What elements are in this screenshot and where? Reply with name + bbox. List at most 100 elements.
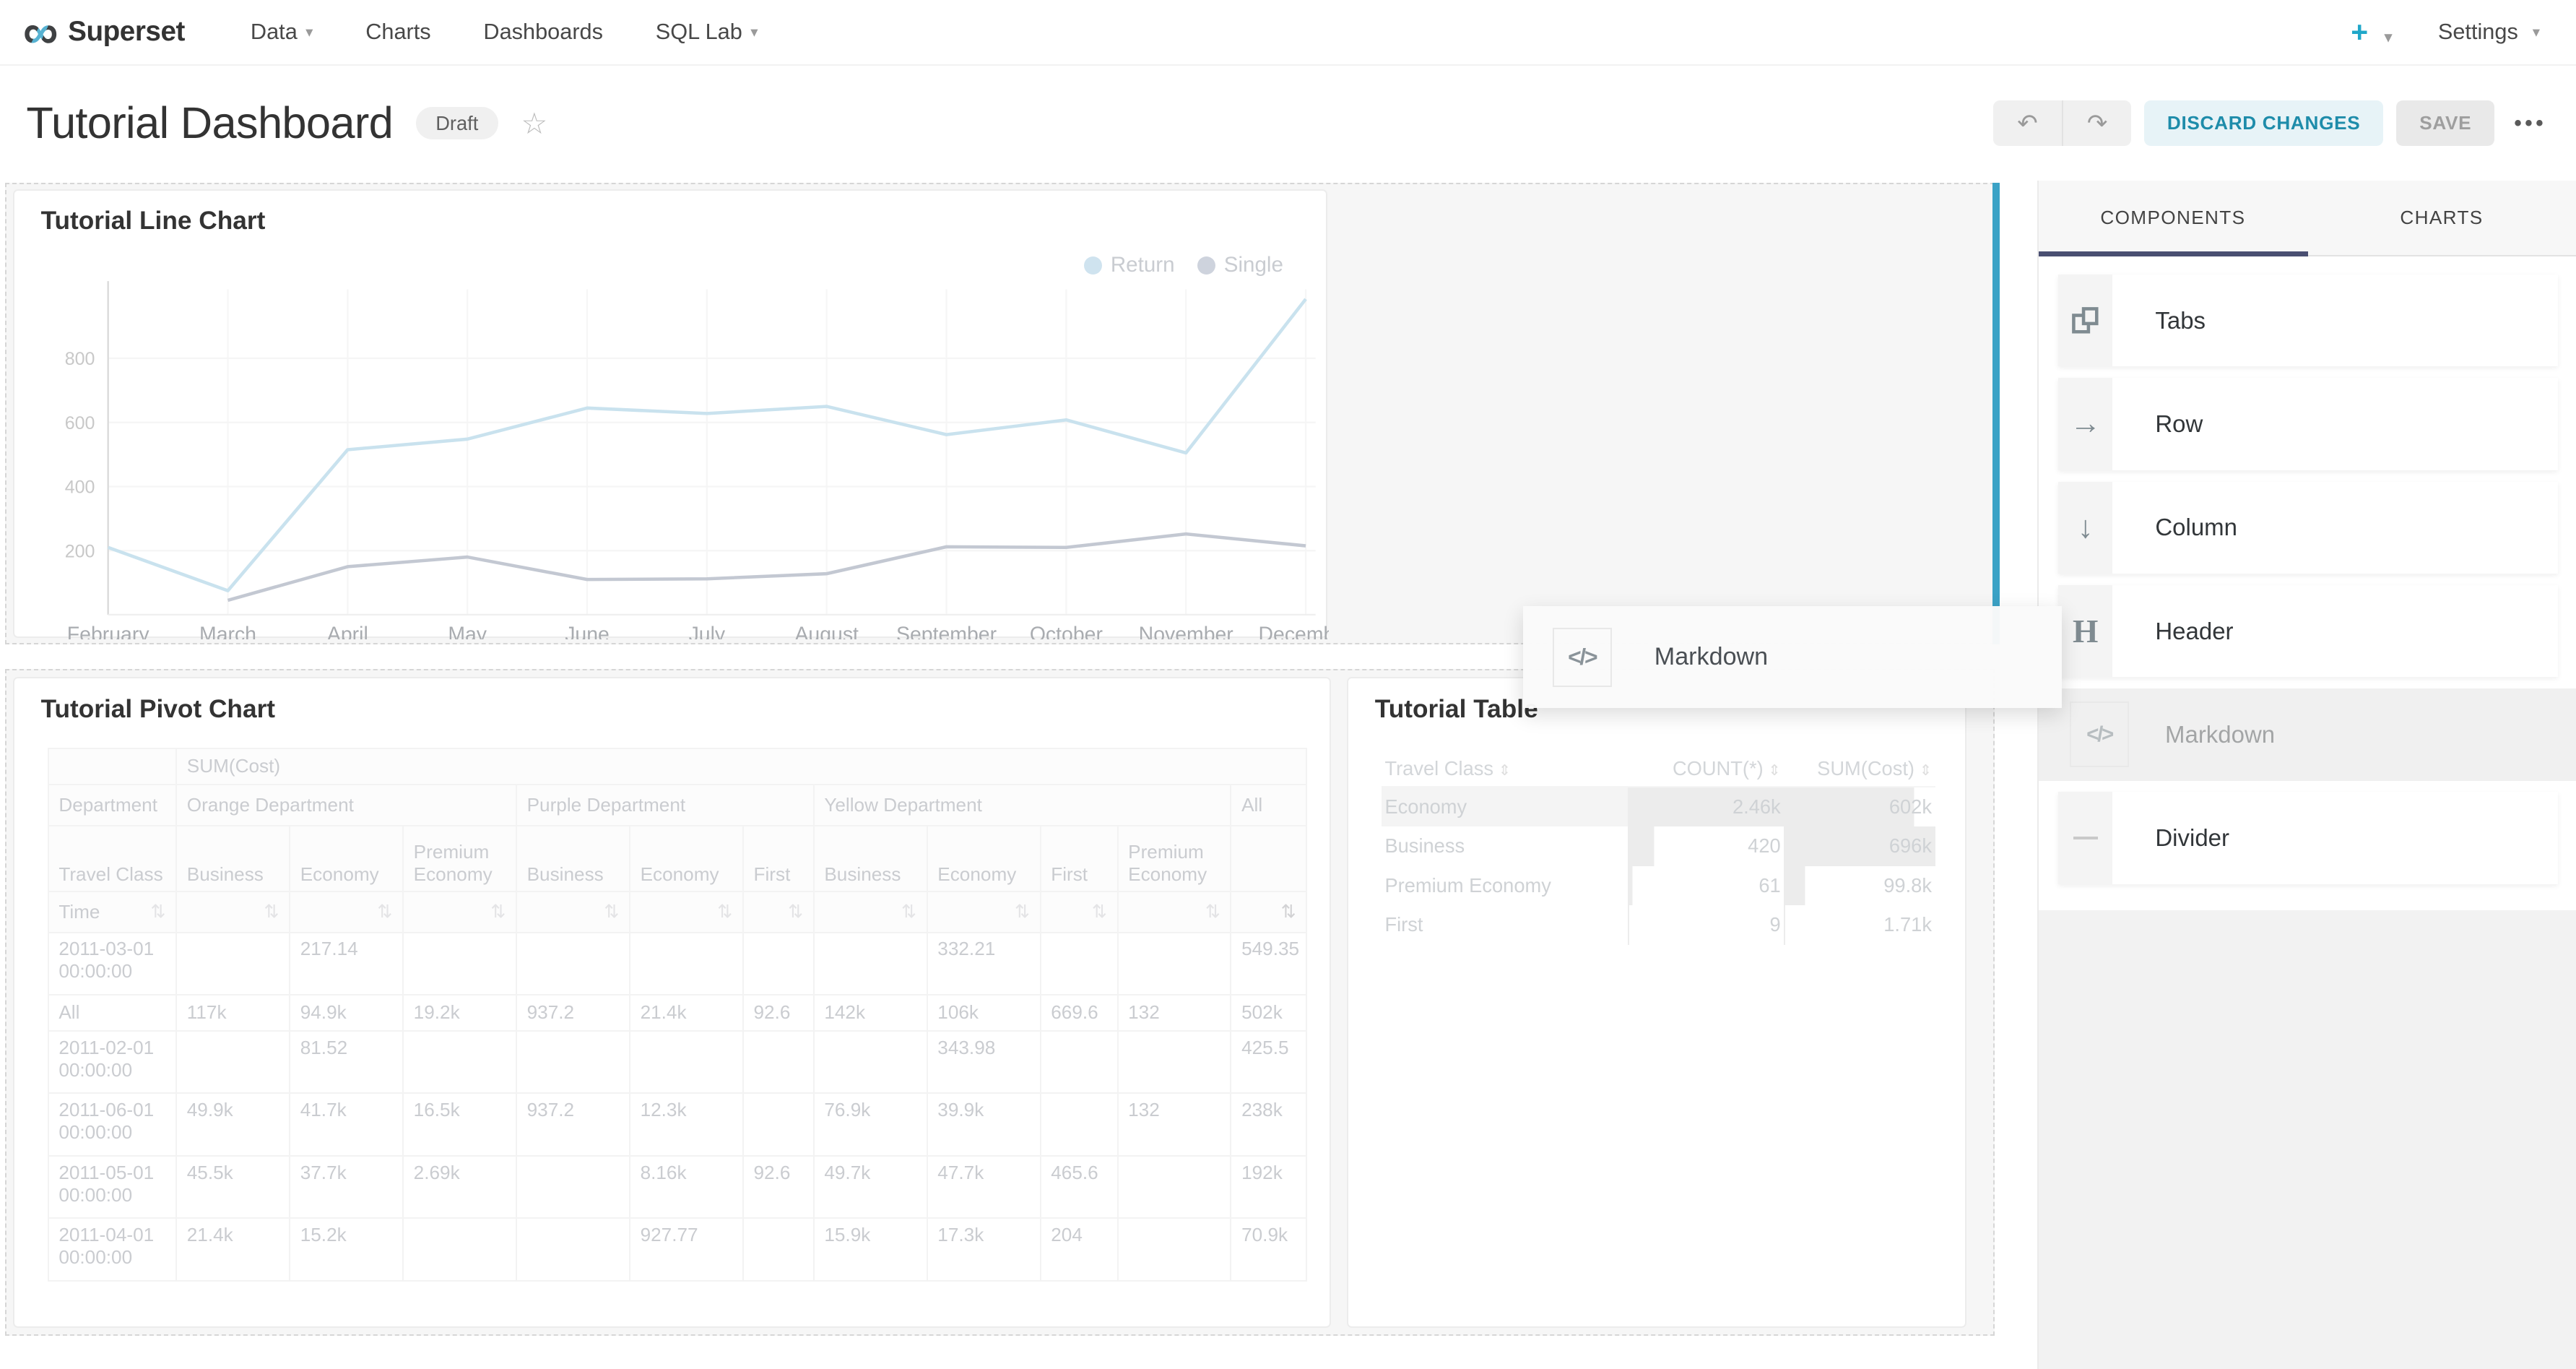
pivot-sort-cell[interactable]: ⇅ xyxy=(1118,891,1231,933)
chart-card-table[interactable]: Tutorial Table Travel Class⇕COUNT(*)⇕SUM… xyxy=(1347,677,1966,1328)
pivot-value-cell xyxy=(1118,1218,1231,1280)
superset-logo[interactable]: ∞ Superset xyxy=(23,11,185,53)
sort-icon[interactable]: ⇕ xyxy=(1920,762,1932,779)
pivot-sort-cell[interactable]: ⇅ xyxy=(516,891,630,933)
code-icon: </> xyxy=(1553,628,1612,687)
svg-text:April: April xyxy=(327,623,368,639)
nav-item-data[interactable]: Data▾ xyxy=(225,0,339,64)
nav-item-dashboards[interactable]: Dashboards xyxy=(457,0,629,64)
sort-icon[interactable]: ⇅ xyxy=(377,901,392,923)
table-row[interactable]: First91.71k xyxy=(1382,905,1935,945)
pivot-value-cell: 39.9k xyxy=(927,1093,1041,1155)
sort-icon[interactable]: ⇅ xyxy=(901,901,916,923)
pivot-sort-cell[interactable]: ⇅ xyxy=(1231,891,1306,933)
table-row[interactable]: Economy2.46k602k xyxy=(1382,787,1935,826)
pivot-value-cell: 106k xyxy=(927,995,1041,1031)
redo-icon: ↷ xyxy=(2087,109,2108,138)
pivot-row: 2011-05-01 00:00:0045.5k37.7k2.69k8.16k9… xyxy=(48,1156,1307,1218)
pivot-row: 2011-03-01 00:00:00217.14332.21549.35 xyxy=(48,933,1307,995)
nav-item-charts[interactable]: Charts xyxy=(339,0,457,64)
more-options-icon[interactable]: ••• xyxy=(2514,111,2546,136)
top-navbar: ∞ Superset Data▾ChartsDashboardsSQL Lab▾… xyxy=(0,0,2576,66)
sort-icon[interactable]: ⇅ xyxy=(1015,901,1030,923)
table-column-header[interactable]: SUM(Cost)⇕ xyxy=(1784,751,1935,787)
column-icon: ↓ xyxy=(2058,482,2112,574)
pivot-sort-cell[interactable]: ⇅ xyxy=(630,891,743,933)
component-item-row[interactable]: →Row xyxy=(2058,378,2558,470)
component-item-column[interactable]: ↓Column xyxy=(2058,482,2558,574)
pivot-class-header: Business xyxy=(176,826,290,891)
pivot-row: All117k94.9k19.2k937.221.4k92.6142k106k6… xyxy=(48,995,1307,1031)
pivot-value-cell xyxy=(403,1031,516,1093)
markdown-drag-preview[interactable]: </> Markdown xyxy=(1523,606,2062,708)
pivot-sort-cell[interactable]: ⇅ xyxy=(290,891,403,933)
pivot-sort-cell[interactable]: ⇅ xyxy=(814,891,927,933)
svg-text:March: March xyxy=(199,623,256,639)
sort-icon[interactable]: ⇅ xyxy=(717,901,732,923)
pivot-value-cell: 204 xyxy=(1041,1218,1118,1280)
tab-components[interactable]: COMPONENTS xyxy=(2039,181,2307,255)
table-column-header[interactable]: COUNT(*)⇕ xyxy=(1628,751,1784,787)
sort-icon[interactable]: ⇅ xyxy=(604,901,619,923)
table-row[interactable]: Business420696k xyxy=(1382,826,1935,866)
navbar-right: + ▾ Settings ▾ xyxy=(2351,0,2576,64)
pivot-row: 2011-02-01 00:00:0081.52343.98425.5 xyxy=(48,1031,1307,1093)
sort-icon[interactable]: ⇅ xyxy=(1205,901,1220,923)
pivot-sort-cell[interactable]: ⇅ xyxy=(403,891,516,933)
pivot-sort-cell[interactable]: ⇅ xyxy=(176,891,290,933)
data-table: Travel Class⇕COUNT(*)⇕SUM(Cost)⇕Economy2… xyxy=(1382,751,1935,944)
chevron-down-icon: ▾ xyxy=(750,23,758,41)
redo-button[interactable]: ↷ xyxy=(2062,100,2131,147)
sort-icon[interactable]: ⇅ xyxy=(264,901,279,923)
component-item-label: Markdown xyxy=(2165,721,2275,748)
pivot-class-header: Business xyxy=(814,826,927,891)
save-button[interactable]: SAVE xyxy=(2396,100,2494,147)
settings-menu[interactable]: Settings ▾ xyxy=(2438,19,2540,45)
pivot-value-cell xyxy=(176,933,290,995)
pivot-value-cell: 192k xyxy=(1231,1156,1306,1218)
pivot-value-cell: 669.6 xyxy=(1041,995,1118,1031)
sort-icon[interactable]: ⇅ xyxy=(1281,901,1296,923)
pivot-sort-cell[interactable]: ⇅ xyxy=(1041,891,1118,933)
tab-charts[interactable]: CHARTS xyxy=(2307,181,2576,255)
undo-button[interactable]: ↶ xyxy=(1993,100,2063,147)
pivot-value-cell: 132 xyxy=(1118,1093,1231,1155)
component-item-header[interactable]: HHeader xyxy=(2058,585,2558,677)
pivot-value-cell: 238k xyxy=(1231,1093,1306,1155)
component-item-markdown[interactable]: </>Markdown xyxy=(2039,688,2576,780)
table-row[interactable]: Premium Economy6199.8k xyxy=(1382,866,1935,906)
sort-icon[interactable]: ⇅ xyxy=(490,901,506,923)
table-column-header[interactable]: Travel Class⇕ xyxy=(1382,751,1628,787)
pivot-sort-cell[interactable]: ⇅ xyxy=(743,891,814,933)
discard-changes-button[interactable]: DISCARD CHANGES xyxy=(2144,100,2383,147)
sort-icon[interactable]: ⇅ xyxy=(1092,901,1107,923)
page-title: Tutorial Dashboard xyxy=(26,98,393,149)
pivot-value-cell: 49.7k xyxy=(814,1156,927,1218)
pivot-sort-cell[interactable]: ⇅ xyxy=(927,891,1041,933)
sort-icon[interactable]: ⇕ xyxy=(1499,762,1511,779)
pivot-value-cell: 502k xyxy=(1231,995,1306,1031)
pivot-value-cell xyxy=(403,933,516,995)
component-item-divider[interactable]: Divider xyxy=(2058,792,2558,884)
pivot-value-cell: 8.16k xyxy=(630,1156,743,1218)
pivot-class-header: Business xyxy=(516,826,630,891)
pivot-value-cell: 549.35 xyxy=(1231,933,1306,995)
sort-icon[interactable]: ⇕ xyxy=(1769,762,1781,779)
chart-title: Tutorial Pivot Chart xyxy=(41,695,275,724)
pivot-time-header[interactable]: Time⇅ xyxy=(48,891,176,933)
brand-name: Superset xyxy=(68,16,185,48)
pivot-class-header: Premium Economy xyxy=(1118,826,1231,891)
sort-icon[interactable]: ⇅ xyxy=(788,901,803,923)
pivot-class-label: Travel Class xyxy=(48,826,176,891)
pivot-value-cell xyxy=(1041,1093,1118,1155)
pivot-value-cell xyxy=(176,1031,290,1093)
chart-card-line[interactable]: Tutorial Line Chart ReturnSingle 2004006… xyxy=(13,189,1327,638)
nav-item-sql-lab[interactable]: SQL Lab▾ xyxy=(629,0,784,64)
svg-text:September: September xyxy=(896,623,997,639)
chart-card-pivot[interactable]: Tutorial Pivot Chart SUM(Cost)Department… xyxy=(13,677,1330,1328)
favorite-star-icon[interactable]: ☆ xyxy=(521,106,547,141)
component-item-tabs[interactable]: Tabs xyxy=(2058,275,2558,366)
sort-icon[interactable]: ⇅ xyxy=(151,901,166,923)
new-item-button[interactable]: + ▾ xyxy=(2351,15,2392,49)
pivot-value-cell: 332.21 xyxy=(927,933,1041,995)
